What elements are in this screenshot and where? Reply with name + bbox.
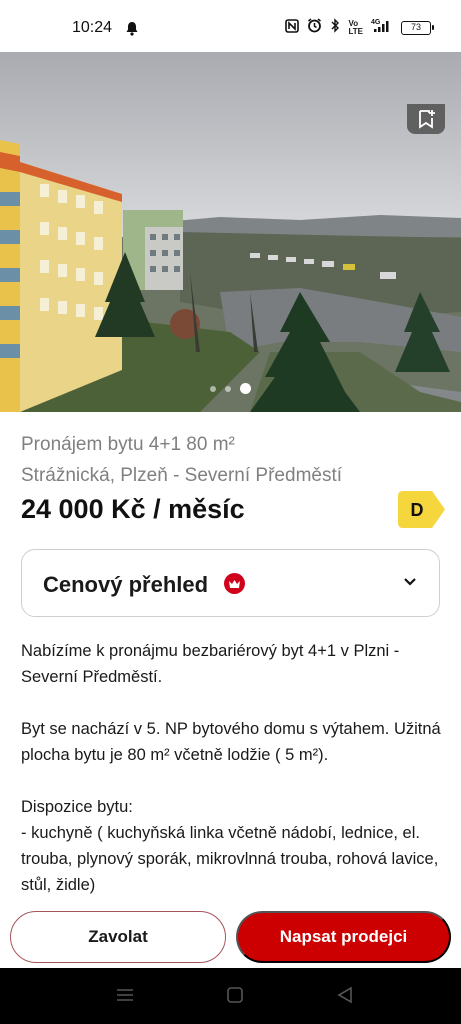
chevron-down-icon[interactable] (403, 574, 417, 592)
bluetooth-icon (330, 18, 340, 38)
alarm-icon (307, 18, 322, 38)
energy-class-badge[interactable]: D (398, 491, 445, 528)
bell-icon (125, 21, 139, 41)
gallery-pagination (0, 383, 461, 394)
message-seller-button[interactable]: Napsat prodejci (236, 911, 451, 963)
listing-photo (0, 52, 461, 412)
listing-price: 24 000 Kč / měsíc (21, 494, 245, 524)
listing-photo-gallery[interactable] (0, 52, 461, 412)
listing-location: Strážnická, Plzeň - Severní Předměstí (21, 465, 343, 486)
status-icons: Vo LTE 4G 73 (285, 18, 434, 38)
energy-class-label: D (411, 500, 424, 520)
bookmark-add-button[interactable] (407, 104, 445, 134)
back-nav-icon[interactable] (336, 986, 354, 1009)
pagination-dot[interactable] (210, 385, 216, 392)
price-overview-card[interactable]: Cenový přehled (21, 549, 440, 617)
status-time: 10:24 (72, 19, 113, 36)
listing-title: Pronájem bytu 4+1 80 m² (21, 434, 235, 455)
battery-icon: 73 (401, 21, 434, 35)
bookmark-add-icon (419, 110, 435, 129)
network-type-label: 4G (371, 19, 381, 26)
volte-icon: Vo LTE (348, 19, 363, 36)
listing-description: Nabízíme k pronájmu bezbariérový byt 4+1… (21, 642, 441, 894)
call-button[interactable]: Zavolat (10, 911, 226, 963)
nfc-icon (285, 18, 300, 38)
home-nav-icon[interactable] (226, 986, 244, 1009)
status-bar: 10:24 Vo LTE 4G 73 (0, 0, 461, 56)
signal-icon: 4G (371, 18, 393, 38)
price-overview-title: Cenový přehled (43, 572, 209, 597)
menu-nav-icon[interactable] (116, 986, 134, 1009)
system-navigation-bar (0, 968, 461, 1024)
contact-actions-bar: Zavolat Napsat prodejci (0, 900, 461, 968)
crown-icon (224, 573, 245, 594)
pagination-dot[interactable] (225, 385, 231, 392)
pagination-dot-active[interactable] (240, 383, 251, 394)
